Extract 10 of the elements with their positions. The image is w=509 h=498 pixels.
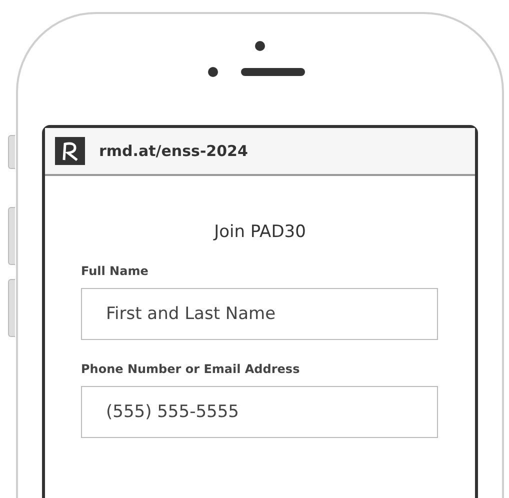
speaker-icon — [241, 68, 305, 76]
field-label: Phone Number or Email Address — [81, 362, 301, 376]
url-text: rmd.at/enss-2024 — [99, 142, 248, 160]
form-title: Join PAD30 — [212, 222, 307, 242]
sensor-icon — [207, 66, 219, 78]
field-label: Full Name — [81, 264, 150, 278]
input-field[interactable]: (555) 555-5555 — [81, 386, 438, 438]
logo-icon — [55, 137, 85, 165]
camera-icon — [254, 40, 266, 52]
input-field[interactable]: First and Last Name — [81, 288, 438, 340]
